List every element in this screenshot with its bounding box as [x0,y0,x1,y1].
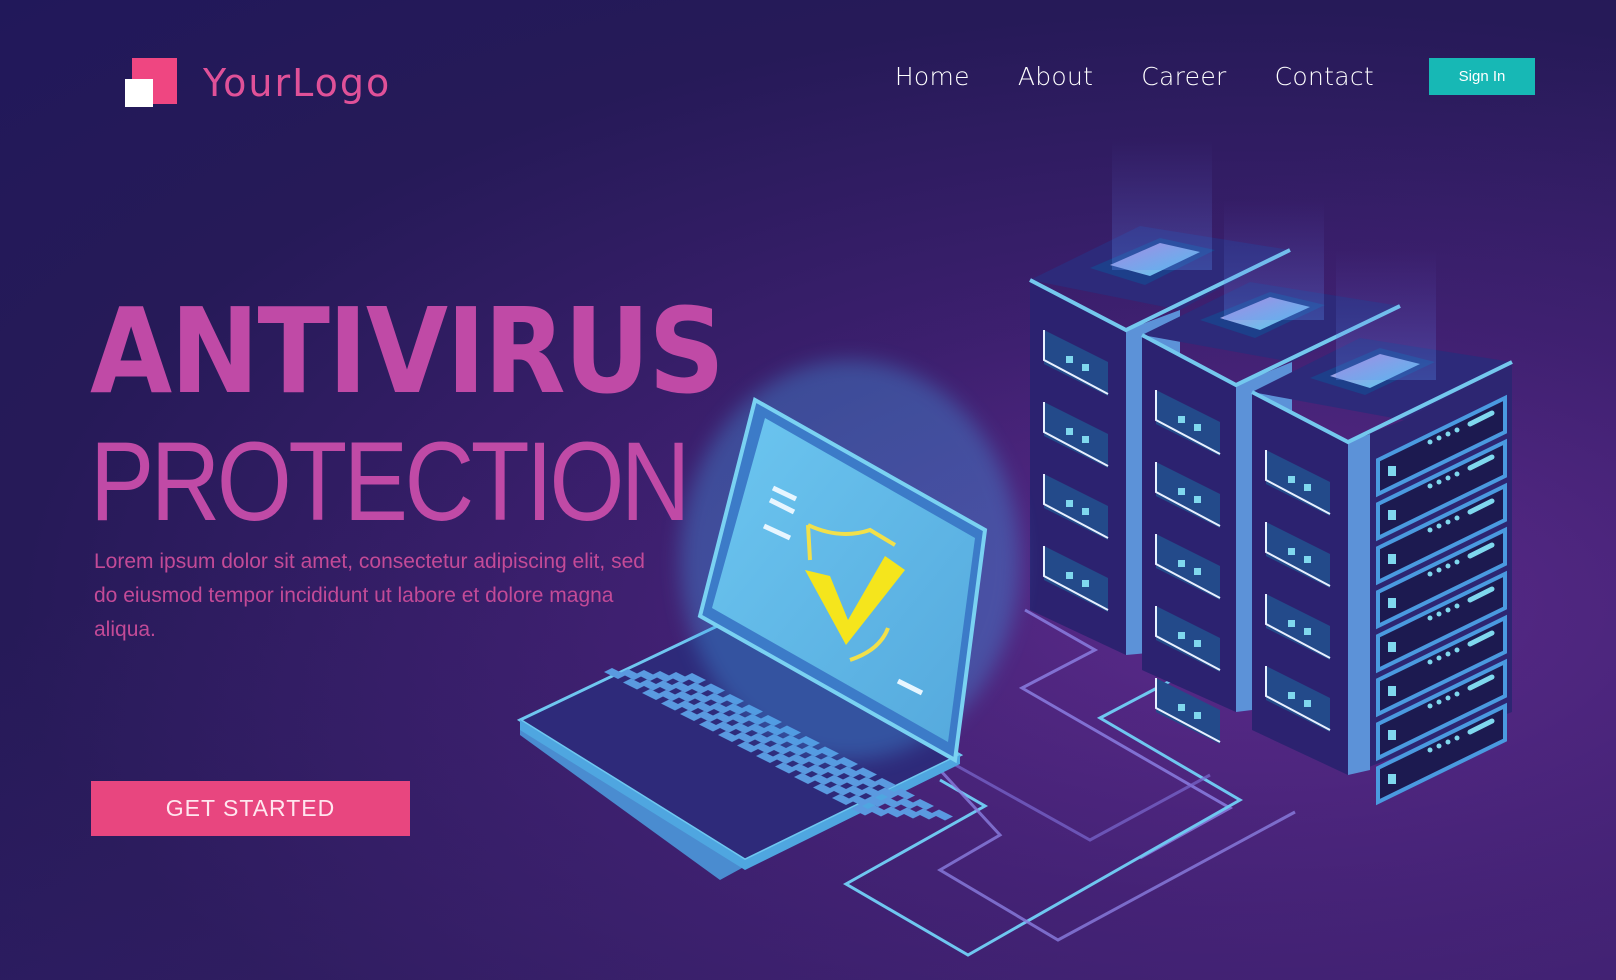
key [912,799,934,810]
site-header: YourLogo Home About Career Contact Sign … [0,0,1616,160]
logo-mark-icon [125,58,177,108]
hero-title-line2: PROTECTION [90,419,690,544]
nav-contact[interactable]: Contact [1275,62,1374,91]
hero-title-line1: ANTIVIRUS [90,282,725,420]
logo-text: YourLogo [203,61,392,105]
nav-home[interactable]: Home [895,62,970,91]
cable [937,768,1296,942]
sign-in-button[interactable]: Sign In [1429,58,1535,95]
main-nav: Home About Career Contact Sign In [895,58,1616,95]
nav-about[interactable]: About [1018,62,1093,91]
logo[interactable]: YourLogo [125,58,391,108]
get-started-button[interactable]: GET STARTED [91,781,410,836]
key [931,809,953,821]
hero-description: Lorem ipsum dolor sit amet, consectetur … [94,550,645,641]
nav-career[interactable]: Career [1141,62,1226,91]
hero-title: ANTIVIRUS PROTECTION [90,292,793,538]
